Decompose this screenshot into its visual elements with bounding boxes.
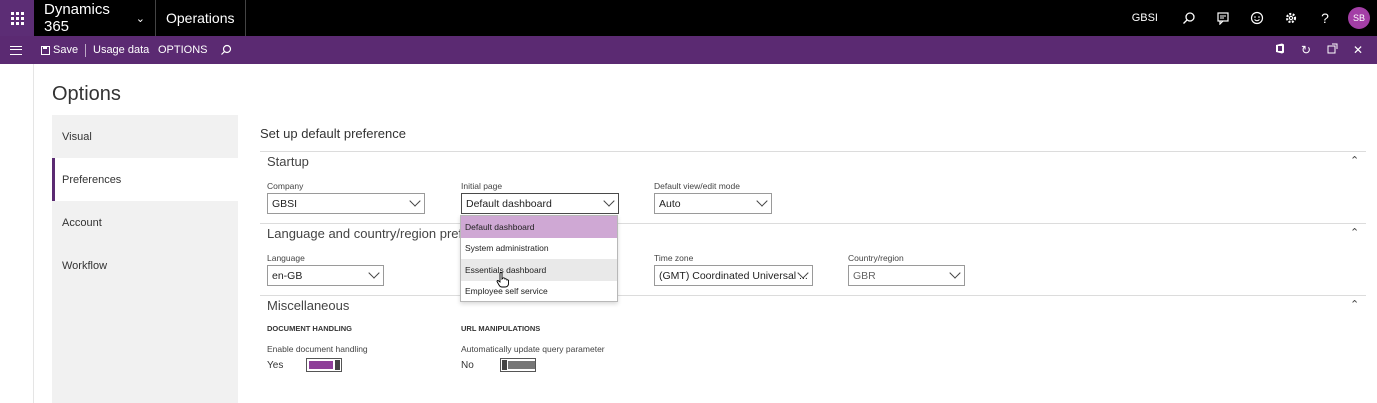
options-tab[interactable]: OPTIONS bbox=[158, 36, 208, 64]
language-select[interactable]: en-GB bbox=[267, 265, 384, 286]
tab-label: Account bbox=[62, 216, 102, 229]
chevron-down-icon bbox=[603, 195, 615, 207]
module-label: Operations bbox=[166, 10, 235, 26]
view-mode-value: Auto bbox=[659, 197, 681, 210]
action-search-icon[interactable] bbox=[220, 36, 232, 64]
save-button[interactable]: Save bbox=[41, 36, 78, 64]
timezone-label: Time zone bbox=[654, 253, 694, 263]
url-manipulations-heading: URL MANIPULATIONS bbox=[461, 324, 541, 333]
language-value: en-GB bbox=[272, 269, 303, 282]
tab-label: Preferences bbox=[62, 173, 122, 186]
chevron-down-icon bbox=[368, 267, 380, 279]
hand-cursor-icon bbox=[496, 272, 509, 288]
usage-data-label: Usage data bbox=[93, 44, 150, 56]
toggle-fill bbox=[508, 361, 535, 369]
company-label: Company bbox=[267, 181, 304, 191]
tab-workflow[interactable]: Workflow bbox=[52, 244, 238, 287]
navigation-menu-button[interactable] bbox=[0, 36, 32, 64]
module-name[interactable]: Operations bbox=[156, 0, 246, 36]
app-name-menu[interactable]: Dynamics 365 ⌄ bbox=[34, 0, 156, 36]
office-icon[interactable] bbox=[1267, 43, 1293, 57]
section-heading: Set up default preference bbox=[260, 126, 406, 141]
top-navigation-bar: Dynamics 365 ⌄ Operations GBSI ? SB bbox=[0, 0, 1377, 36]
gear-icon[interactable] bbox=[1274, 0, 1308, 36]
toggle-knob bbox=[502, 360, 507, 370]
search-icon[interactable] bbox=[1172, 0, 1206, 36]
initial-page-dropdown: Default dashboard System administration … bbox=[460, 215, 618, 302]
toggle-knob bbox=[335, 360, 340, 370]
save-icon bbox=[41, 45, 50, 55]
left-gutter bbox=[0, 64, 34, 403]
chevron-down-icon: ⌄ bbox=[135, 12, 145, 25]
feedback-smiley-icon[interactable] bbox=[1240, 0, 1274, 36]
company-select[interactable]: GBSI bbox=[267, 193, 425, 214]
action-right-tools: ↻ ✕ bbox=[1267, 36, 1371, 64]
option-label: System administration bbox=[465, 243, 549, 254]
hamburger-icon bbox=[10, 45, 22, 55]
group-divider bbox=[260, 151, 1366, 152]
chevron-up-icon[interactable]: ⌃ bbox=[1350, 226, 1359, 239]
top-right-tools: GBSI ? SB bbox=[1132, 0, 1377, 36]
document-handling-toggle[interactable] bbox=[306, 358, 342, 372]
dropdown-option-system-administration[interactable]: System administration bbox=[461, 238, 617, 260]
action-divider bbox=[85, 44, 86, 57]
option-label: Default dashboard bbox=[465, 221, 535, 232]
initial-page-label: Initial page bbox=[461, 181, 503, 191]
usage-data-button[interactable]: Usage data bbox=[93, 36, 149, 64]
misc-group-header[interactable]: Miscellaneous bbox=[267, 298, 349, 313]
initial-page-value: Default dashboard bbox=[466, 197, 552, 210]
country-label: Country/region bbox=[848, 253, 904, 263]
update-query-value: No bbox=[461, 360, 474, 371]
view-mode-select[interactable]: Auto bbox=[654, 193, 772, 214]
help-icon[interactable]: ? bbox=[1308, 0, 1342, 36]
left-tab-list: Visual Preferences Account Workflow bbox=[52, 115, 238, 403]
dropdown-option-employee-self-service[interactable]: Employee self service bbox=[461, 281, 617, 303]
timezone-select[interactable]: (GMT) Coordinated Universal ... bbox=[654, 265, 813, 286]
language-group-header[interactable]: Language and country/region prefe bbox=[267, 226, 469, 241]
document-handling-value: Yes bbox=[267, 360, 284, 371]
refresh-icon[interactable]: ↻ bbox=[1293, 43, 1319, 57]
app-launcher-button[interactable] bbox=[0, 0, 34, 36]
tab-visual[interactable]: Visual bbox=[52, 115, 238, 158]
avatar[interactable]: SB bbox=[1348, 7, 1370, 29]
timezone-value: (GMT) Coordinated Universal ... bbox=[659, 269, 808, 282]
document-handling-heading: DOCUMENT HANDLING bbox=[267, 324, 352, 333]
tab-preferences[interactable]: Preferences bbox=[52, 158, 238, 201]
view-mode-label: Default view/edit mode bbox=[654, 181, 740, 191]
open-new-window-icon[interactable] bbox=[1319, 43, 1345, 57]
update-query-label: Automatically update query parameter bbox=[461, 344, 605, 354]
company-value: GBSI bbox=[272, 197, 298, 210]
chevron-down-icon bbox=[409, 195, 421, 207]
chevron-up-icon[interactable]: ⌃ bbox=[1350, 298, 1359, 311]
save-label: Save bbox=[53, 44, 79, 56]
company-picker[interactable]: GBSI bbox=[1132, 12, 1158, 24]
options-label: OPTIONS bbox=[158, 44, 208, 56]
initial-page-select[interactable]: Default dashboard bbox=[461, 193, 619, 214]
tab-account[interactable]: Account bbox=[52, 201, 238, 244]
app-name: Dynamics 365 bbox=[44, 1, 110, 35]
page-title: Options bbox=[52, 83, 121, 105]
language-label: Language bbox=[267, 253, 305, 263]
dropdown-option-essentials-dashboard[interactable]: Essentials dashboard bbox=[461, 259, 617, 281]
tab-label: Workflow bbox=[62, 259, 108, 272]
waffle-icon bbox=[10, 11, 24, 25]
chevron-up-icon[interactable]: ⌃ bbox=[1350, 154, 1359, 167]
country-value: GBR bbox=[853, 269, 876, 282]
toggle-fill bbox=[309, 361, 333, 369]
document-handling-label: Enable document handling bbox=[267, 344, 368, 354]
chevron-down-icon bbox=[949, 267, 961, 279]
action-pane: Save Usage data OPTIONS ↻ ✕ bbox=[0, 36, 1377, 64]
group-divider bbox=[260, 223, 1366, 224]
close-icon[interactable]: ✕ bbox=[1345, 43, 1371, 57]
country-select[interactable]: GBR bbox=[848, 265, 965, 286]
startup-group-header[interactable]: Startup bbox=[267, 154, 309, 169]
group-divider bbox=[260, 295, 1366, 296]
update-query-toggle[interactable] bbox=[500, 358, 536, 372]
tab-label: Visual bbox=[62, 130, 92, 143]
message-icon[interactable] bbox=[1206, 0, 1240, 36]
dropdown-option-default-dashboard[interactable]: Default dashboard bbox=[461, 216, 617, 238]
chevron-down-icon bbox=[756, 195, 768, 207]
